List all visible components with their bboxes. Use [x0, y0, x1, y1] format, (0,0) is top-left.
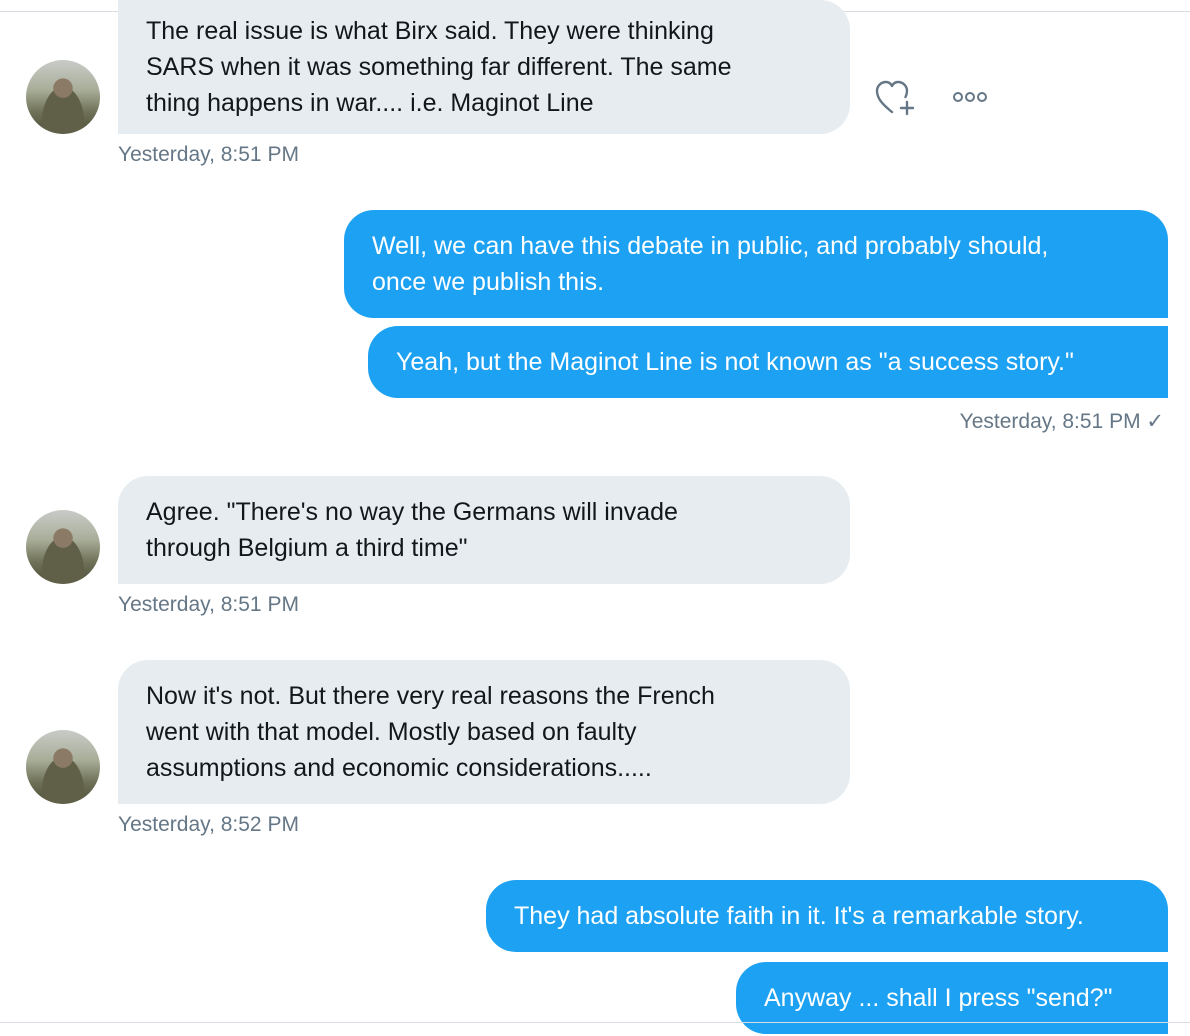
message-line: The real issue is what Birx said. They w…	[146, 17, 714, 45]
message-line: Anyway ... shall I press "send?"	[764, 984, 1113, 1012]
outgoing-message-bubble[interactable]: Well, we can have this debate in public,…	[344, 210, 1168, 318]
message-line: Agree. "There's no way the Germans will …	[146, 498, 678, 526]
outgoing-message-bubble[interactable]: Yeah, but the Maginot Line is not known …	[368, 326, 1168, 398]
incoming-message-bubble[interactable]: Agree. "There's no way the Germans will …	[118, 476, 850, 584]
avatar[interactable]	[26, 730, 100, 804]
message-line: once we publish this.	[372, 268, 605, 296]
message-line: Yeah, but the Maginot Line is not known …	[396, 348, 1074, 376]
incoming-message-bubble[interactable]: The real issue is what Birx said. They w…	[118, 0, 850, 134]
message-timestamp: Yesterday, 8:52 PM	[118, 813, 299, 836]
message-line: went with that model. Mostly based on fa…	[146, 718, 637, 746]
outgoing-message-bubble[interactable]: Anyway ... shall I press "send?"	[736, 962, 1168, 1034]
message-line: They had absolute faith in it. It's a re…	[514, 902, 1084, 930]
heart-plus-icon	[875, 80, 915, 116]
outgoing-message-bubble[interactable]: They had absolute faith in it. It's a re…	[486, 880, 1168, 952]
avatar[interactable]	[26, 60, 100, 134]
more-options-button[interactable]	[950, 86, 994, 110]
message-timestamp: Yesterday, 8:51 PM ✓	[959, 410, 1164, 433]
composer-divider	[0, 1022, 1190, 1023]
like-button[interactable]	[874, 78, 918, 118]
more-options-icon	[953, 92, 987, 102]
message-line: through Belgium a third time"	[146, 534, 468, 562]
avatar[interactable]	[26, 510, 100, 584]
message-line: assumptions and economic considerations.…	[146, 754, 652, 782]
message-timestamp: Yesterday, 8:51 PM	[118, 593, 299, 616]
message-timestamp: Yesterday, 8:51 PM	[118, 143, 299, 166]
message-line: Now it's not. But there very real reason…	[146, 682, 715, 710]
message-line: thing happens in war.... i.e. Maginot Li…	[146, 89, 594, 117]
incoming-message-bubble[interactable]: Now it's not. But there very real reason…	[118, 660, 850, 804]
message-line: SARS when it was something far different…	[146, 53, 732, 81]
message-line: Well, we can have this debate in public,…	[372, 232, 1049, 260]
